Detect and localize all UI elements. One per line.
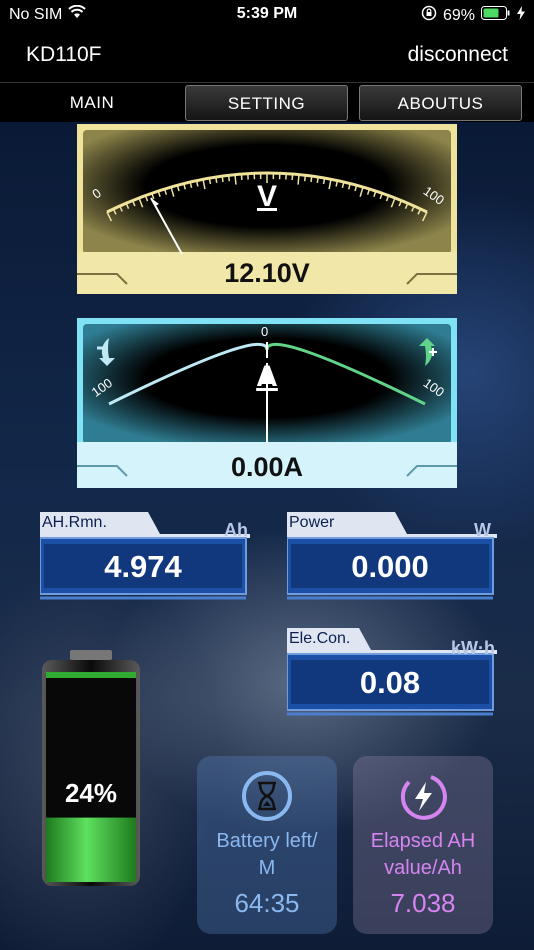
battery-percent-label: 24% [64,778,118,808]
tab-main[interactable]: MAIN [0,85,184,121]
current-meter: 0 100 100 A 0.00A [77,318,457,488]
ah-remaining-label: AH.Rmn. [42,514,107,531]
tab-bar: MAIN SETTING ABOUTUS [0,82,534,122]
elapsed-ah-label: Elapsed AH value/Ah [370,830,476,879]
disconnect-button[interactable]: disconnect [408,43,508,67]
status-bar: No SIM 5:39 PM 69% [0,0,534,28]
battery-left-label: Battery left/ M [216,830,318,879]
charging-bolt-icon [517,6,525,25]
power-unit: W [474,520,491,540]
hourglass-icon [241,770,293,827]
ah-remaining-panel: AH.Rmn. Ah 4.974 [40,512,250,600]
battery-percent: 69% [442,6,475,24]
power-label: Power [289,514,335,531]
voltage-reading: 12.10V [224,258,310,288]
voltage-unit: V [256,180,277,213]
device-name: KD110F [26,43,102,66]
battery-left-value: 64:35 [234,888,300,918]
power-value: 0.000 [351,549,429,584]
energy-unit: kW·h [451,638,495,658]
voltage-meter: 0 100 V 12.10V [77,124,457,294]
title-bar: KD110F disconnect [0,28,534,82]
power-panel: Power W 0.000 [287,512,497,600]
current-unit: A [256,360,278,393]
ah-remaining-value: 4.974 [104,549,182,584]
energy-label: Ele.Con. [289,630,351,647]
battery-icon [481,6,511,25]
charge-bolt-icon [397,770,449,827]
battery-gauge: 24% [40,648,142,888]
battery-left-card: Battery left/ M 64:35 [197,756,337,934]
energy-panel: Ele.Con. kW·h 0.08 [287,628,497,716]
elapsed-ah-card: Elapsed AH value/Ah 7.038 [353,756,493,934]
battery-fill [46,817,136,882]
current-reading: 0.00A [230,452,304,482]
elapsed-ah-value: 7.038 [390,888,456,918]
tab-aboutus[interactable]: ABOUTUS [359,85,522,121]
orientation-lock-icon [421,5,437,26]
tab-setting[interactable]: SETTING [185,85,348,121]
energy-value: 0.08 [359,665,421,700]
ah-remaining-unit: Ah [224,520,248,540]
current-scale-zero: 0 [261,324,269,339]
